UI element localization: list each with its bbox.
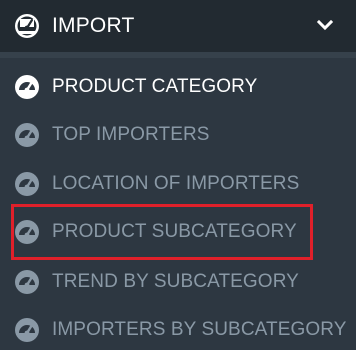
dashboard-icon [14,171,40,197]
menu-item-location-of-importers[interactable]: LOCATION OF IMPORTERS [0,164,356,204]
menu-item-trend-by-subcategory[interactable]: TREND BY SUBCATEGORY [0,262,356,302]
menu-header-label: IMPORT [52,14,135,37]
menu-item-label: IMPORTERS BY SUBCATEGORY [52,319,347,340]
dashboard-icon [14,219,40,245]
dashboard-icon [14,122,40,148]
menu-item-importers-by-subcategory[interactable]: IMPORTERS BY SUBCATEGORY [0,310,356,350]
menu-header-import[interactable]: IMPORT [0,0,356,52]
menu-item-product-subcategory[interactable]: PRODUCT SUBCATEGORY [0,212,356,252]
menu-item-label: TREND BY SUBCATEGORY [52,271,299,292]
dashboard-icon [14,74,40,100]
menu-item-product-category[interactable]: PRODUCT CATEGORY [0,67,356,107]
menu-item-label: LOCATION OF IMPORTERS [52,173,300,194]
header-divider [0,52,356,58]
menu-item-label: PRODUCT SUBCATEGORY [52,221,297,242]
dashboard-icon [14,317,40,343]
menu-item-label: PRODUCT CATEGORY [52,76,258,97]
dashboard-icon [14,13,40,39]
menu-item-top-importers[interactable]: TOP IMPORTERS [0,115,356,155]
sidebar-menu: IMPORT PRODUCT CATEGORY TOP IMPORTERS LO… [0,0,356,350]
menu-item-label: TOP IMPORTERS [52,124,210,145]
chevron-down-icon[interactable] [316,16,334,34]
dashboard-icon [14,269,40,295]
